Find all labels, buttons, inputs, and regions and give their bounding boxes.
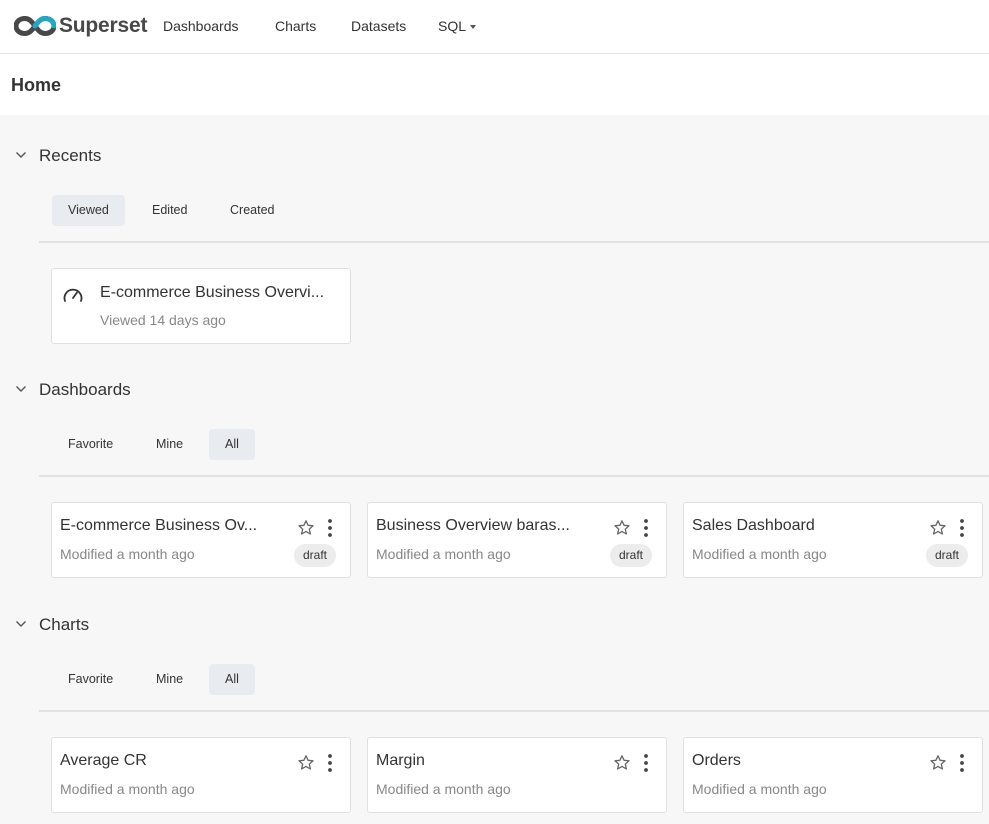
section-title-charts[interactable]: Charts xyxy=(39,615,89,635)
top-navbar: Superset Dashboards Charts Datasets SQL xyxy=(0,0,989,54)
dashboard-card[interactable]: E-commerce Business Ov... Modified a mon… xyxy=(51,502,351,578)
tab-favorite[interactable]: Favorite xyxy=(52,664,129,695)
brand-name: Superset xyxy=(59,14,148,37)
tab-mine[interactable]: Mine xyxy=(140,429,199,460)
status-badge: draft xyxy=(926,544,969,567)
tab-viewed[interactable]: Viewed xyxy=(52,195,125,226)
nav-datasets[interactable]: Datasets xyxy=(351,18,406,34)
card-title[interactable]: E-commerce Business Overvi... xyxy=(100,284,324,302)
tab-edited[interactable]: Edited xyxy=(136,195,203,226)
section-divider xyxy=(39,710,989,712)
card-subtitle: Modified a month ago xyxy=(692,781,827,797)
more-vertical-icon[interactable] xyxy=(640,518,652,538)
star-icon[interactable] xyxy=(613,519,631,537)
tab-all[interactable]: All xyxy=(209,429,255,460)
card-subtitle: Modified a month ago xyxy=(376,781,511,797)
caret-down-icon xyxy=(470,25,477,30)
more-vertical-icon[interactable] xyxy=(324,753,336,773)
section-divider xyxy=(39,241,989,243)
tab-favorite[interactable]: Favorite xyxy=(52,429,129,460)
nav-dashboards[interactable]: Dashboards xyxy=(163,18,239,34)
tab-created[interactable]: Created xyxy=(214,195,290,226)
nav-sql-label: SQL xyxy=(438,18,467,34)
status-badge: draft xyxy=(610,544,653,567)
brand-logo[interactable]: Superset xyxy=(14,13,147,39)
chart-card[interactable]: Margin Modified a month ago xyxy=(367,737,667,813)
tab-all[interactable]: All xyxy=(209,664,255,695)
nav-charts[interactable]: Charts xyxy=(275,18,316,34)
card-subtitle: Modified a month ago xyxy=(60,546,195,562)
star-icon[interactable] xyxy=(613,754,631,772)
more-vertical-icon[interactable] xyxy=(956,753,968,773)
more-vertical-icon[interactable] xyxy=(324,518,336,538)
chevron-down-icon[interactable] xyxy=(14,382,28,396)
dashboard-card[interactable]: Business Overview baras... Modified a mo… xyxy=(367,502,667,578)
nav-sql-menu[interactable]: SQL xyxy=(438,18,477,34)
chart-card[interactable]: Average CR Modified a month ago xyxy=(51,737,351,813)
section-divider xyxy=(39,475,989,477)
star-icon[interactable] xyxy=(929,519,947,537)
dashboard-card[interactable]: Sales Dashboard Modified a month ago dra… xyxy=(683,502,983,578)
star-icon[interactable] xyxy=(929,754,947,772)
card-title[interactable]: Business Overview baras... xyxy=(376,517,570,535)
more-vertical-icon[interactable] xyxy=(956,518,968,538)
superset-logo-icon xyxy=(14,15,56,37)
card-title[interactable]: E-commerce Business Ov... xyxy=(60,517,257,535)
recent-card[interactable]: E-commerce Business Overvi... Viewed 14 … xyxy=(51,268,351,344)
chevron-down-icon[interactable] xyxy=(14,148,28,162)
page-title: Home xyxy=(11,75,62,95)
card-subtitle: Modified a month ago xyxy=(60,781,195,797)
page-header: Home xyxy=(0,54,989,115)
status-badge: draft xyxy=(294,544,337,567)
card-subtitle: Modified a month ago xyxy=(692,546,827,562)
card-subtitle: Viewed 14 days ago xyxy=(100,312,226,328)
star-icon[interactable] xyxy=(297,519,315,537)
chart-card[interactable]: Orders Modified a month ago xyxy=(683,737,983,813)
card-title[interactable]: Orders xyxy=(692,752,741,770)
dashboard-gauge-icon xyxy=(63,288,83,302)
section-title-dashboards[interactable]: Dashboards xyxy=(39,380,131,400)
card-subtitle: Modified a month ago xyxy=(376,546,511,562)
more-vertical-icon[interactable] xyxy=(640,753,652,773)
section-title-recents[interactable]: Recents xyxy=(39,146,101,166)
card-title[interactable]: Margin xyxy=(376,752,425,770)
card-title[interactable]: Sales Dashboard xyxy=(692,517,815,535)
card-title[interactable]: Average CR xyxy=(60,752,147,770)
tab-mine[interactable]: Mine xyxy=(140,664,199,695)
chevron-down-icon[interactable] xyxy=(14,617,28,631)
star-icon[interactable] xyxy=(297,754,315,772)
